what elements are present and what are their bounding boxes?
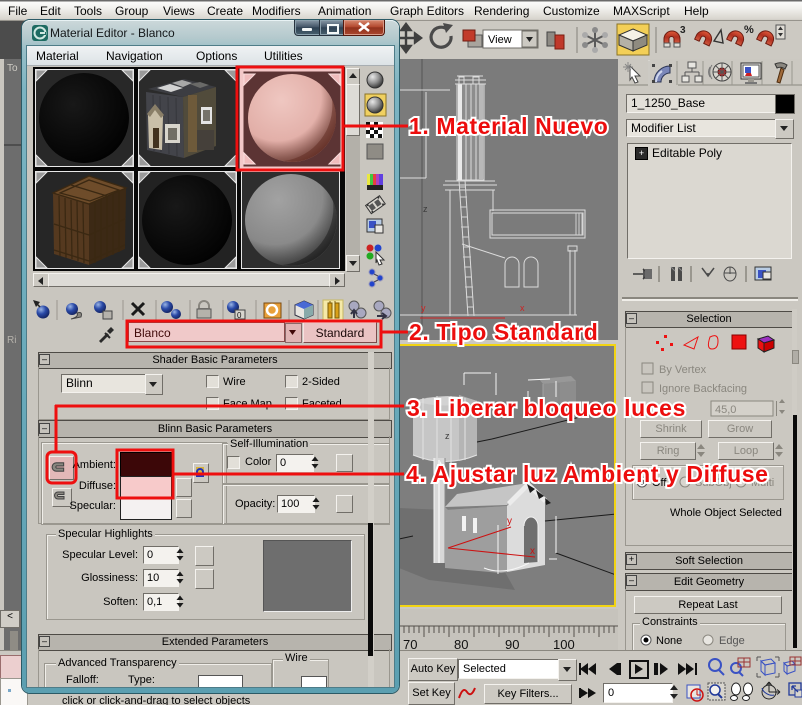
- svg-text:x: x: [520, 303, 525, 313]
- svg-text:%: %: [744, 24, 754, 36]
- svg-text:45,0: 45,0: [715, 404, 736, 416]
- svg-text:Ignore Backfacing: Ignore Backfacing: [659, 383, 747, 395]
- svg-text:z: z: [423, 204, 428, 214]
- svg-text:x: x: [530, 546, 535, 557]
- svg-text:View: View: [488, 34, 512, 46]
- svg-text:Multi: Multi: [751, 477, 774, 489]
- svg-text:3: 3: [680, 25, 686, 36]
- svg-text:70: 70: [403, 637, 417, 650]
- svg-text:By Vertex: By Vertex: [659, 364, 707, 376]
- svg-text:100: 100: [553, 637, 575, 650]
- svg-text:SubObj: SubObj: [695, 477, 732, 489]
- svg-text:z: z: [445, 431, 450, 441]
- svg-text:90: 90: [505, 637, 519, 650]
- svg-text:y: y: [421, 303, 426, 313]
- svg-text:None: None: [656, 635, 682, 647]
- svg-text:Off: Off: [652, 477, 667, 489]
- svg-text:0: 0: [237, 311, 242, 320]
- svg-text:80: 80: [454, 637, 468, 650]
- svg-text:Edge: Edge: [719, 635, 745, 647]
- svg-text:y: y: [507, 516, 512, 527]
